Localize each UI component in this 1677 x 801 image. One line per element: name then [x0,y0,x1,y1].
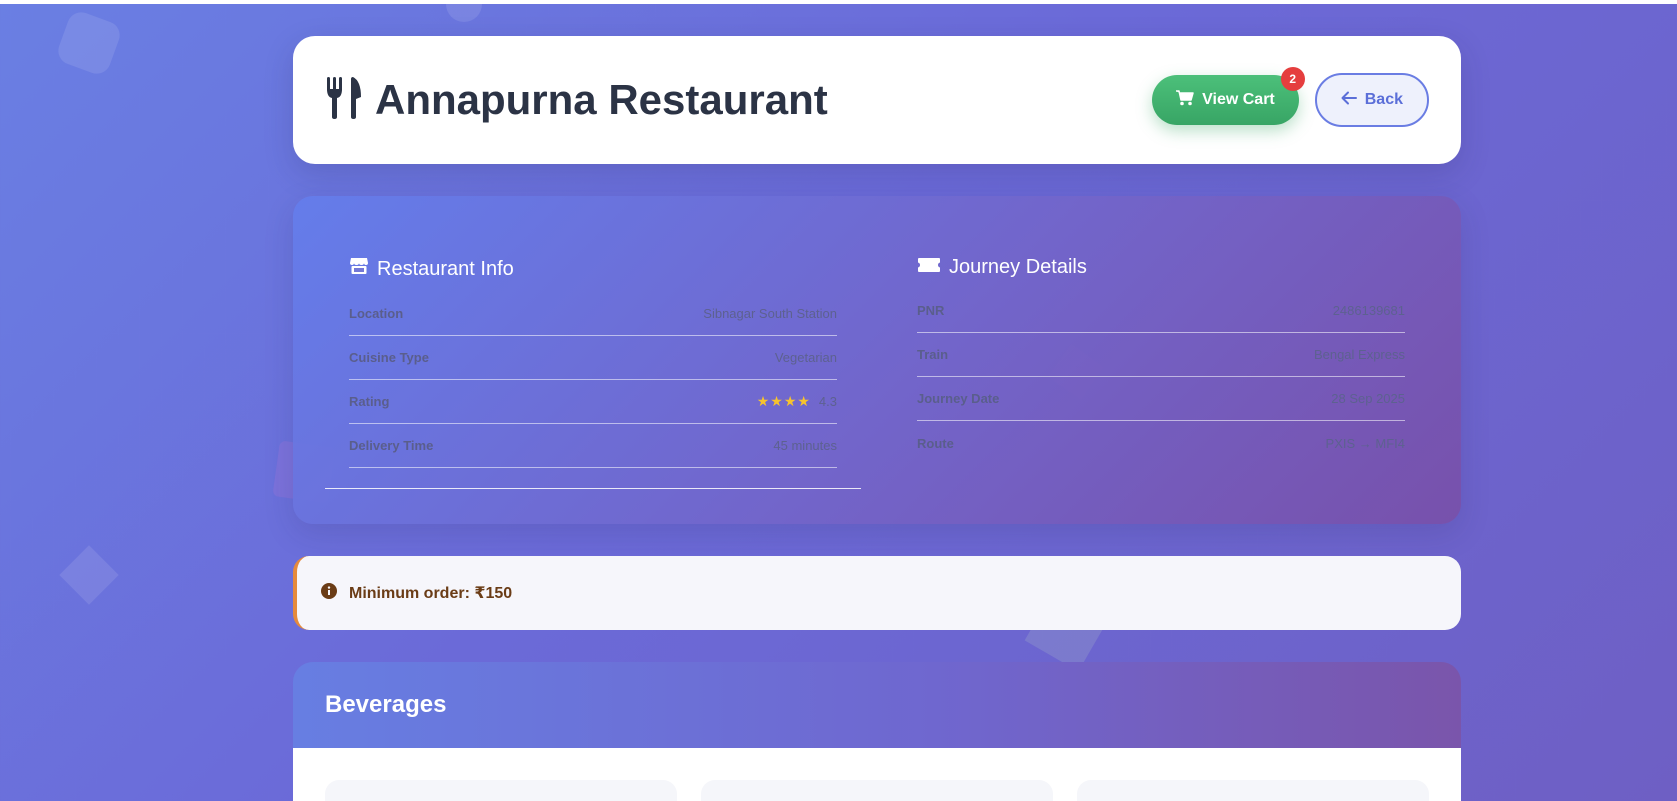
journey-value: 2486139681 [1332,303,1405,318]
back-label: Back [1364,91,1403,108]
rating-value-group: ★★★★ 4.3 [757,393,837,410]
info-circle-icon [321,582,337,604]
journey-label: Journey Date [917,391,1000,406]
section-divider [325,488,861,489]
journey-details-heading: Journey Details [917,256,1405,279]
journey-value: 28 Sep 2025 [1331,391,1405,406]
title-group: Annapurna Restaurant [325,76,828,124]
menu-item-card[interactable] [701,780,1053,801]
menu-section-title: Beverages [325,691,447,718]
info-value: Sibnagar South Station [703,306,837,321]
restaurant-info-section: Restaurant Info Location Sibnagar South … [325,256,861,524]
restaurant-info-heading: Restaurant Info [349,256,837,282]
restaurant-header: Annapurna Restaurant View Cart 2 Back [293,36,1461,164]
menu-item-card[interactable] [1077,780,1429,801]
info-value: Vegetarian [774,350,837,365]
ticket-icon [917,256,941,279]
info-value: 45 minutes [773,438,837,453]
page-title: Annapurna Restaurant [375,76,828,123]
journey-row-train: Train Bengal Express [917,333,1405,377]
background-shape [446,0,482,22]
info-row-rating: Rating ★★★★ 4.3 [349,380,837,424]
restaurant-info-title: Restaurant Info [377,257,514,280]
rating-number: 4.3 [818,394,837,409]
arrow-left-icon [1341,91,1357,110]
menu-section-header: Beverages [293,662,1461,748]
info-row-delivery-time: Delivery Time 45 minutes [349,424,837,468]
info-label: Rating [349,394,390,409]
header-actions: View Cart 2 Back [1152,67,1429,127]
fork-knife-icon [325,76,363,124]
info-row-location: Location Sibnagar South Station [349,292,837,336]
info-panel: Restaurant Info Location Sibnagar South … [293,196,1461,524]
journey-value: PXIS → MFI4 [1325,435,1405,451]
journey-value: Bengal Express [1313,347,1405,362]
cart-count-badge: 2 [1280,67,1305,91]
view-cart-button[interactable]: View Cart 2 [1152,67,1305,125]
journey-row-route: Route PXIS → MFI4 [917,421,1405,465]
journey-label: Route [917,435,954,451]
journey-label: Train [917,347,949,362]
back-button[interactable]: Back [1314,73,1429,127]
store-icon [349,256,369,282]
journey-details-title: Journey Details [949,256,1087,278]
journey-details-section: Journey Details PNR 2486139681 Train Ben… [917,256,1405,524]
info-label: Location [349,306,404,321]
menu-items-grid [293,748,1461,801]
view-cart-label: View Cart [1202,91,1275,108]
journey-row-date: Journey Date 28 Sep 2025 [917,377,1405,421]
menu-item-card[interactable] [325,780,677,801]
rating-stars-icon: ★★★★ [756,393,811,409]
info-label: Delivery Time [349,438,434,453]
shopping-cart-icon [1176,89,1194,111]
minimum-order-text: Minimum order: ₹150 [349,585,513,602]
background-shape [54,8,124,78]
journey-label: PNR [917,303,945,318]
background-shape [59,545,119,605]
minimum-order-notice: Minimum order: ₹150 [293,556,1461,630]
info-label: Cuisine Type [349,350,429,365]
journey-row-pnr: PNR 2486139681 [917,289,1405,333]
info-row-cuisine: Cuisine Type Vegetarian [349,336,837,380]
